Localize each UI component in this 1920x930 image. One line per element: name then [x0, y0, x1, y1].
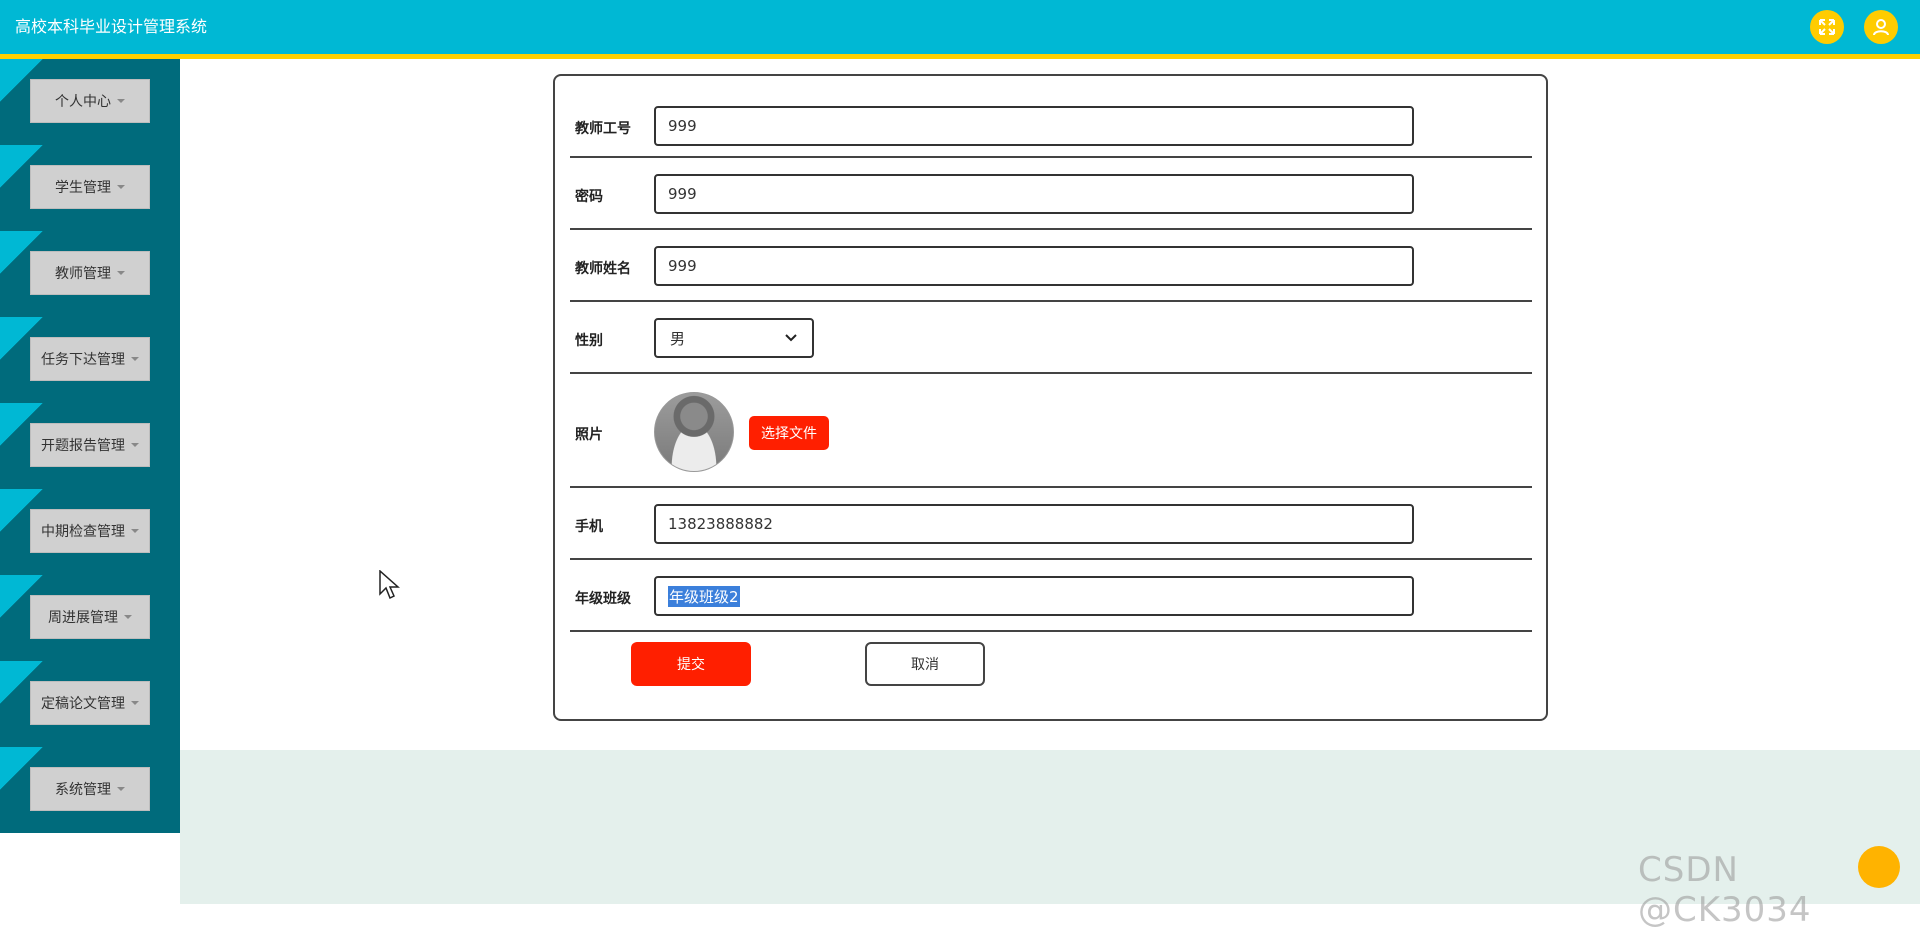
password-input[interactable]: 999 — [654, 174, 1414, 214]
sidebar-item-proposal-management: 开题报告管理 — [0, 403, 180, 489]
row-gender: 性别 男 — [570, 302, 1532, 374]
caret-down-icon — [131, 529, 139, 533]
selected-text: 年级班级2 — [668, 585, 740, 607]
caret-down-icon — [124, 615, 132, 619]
sidebar-item-student-management: 学生管理 — [0, 145, 180, 231]
sidebar-item-weekly-progress: 周进展管理 — [0, 575, 180, 661]
chevron-down-icon — [785, 334, 797, 342]
sidebar-button-teacher-management[interactable]: 教师管理 — [30, 251, 150, 295]
phone-input[interactable]: 13823888882 — [654, 504, 1414, 544]
choose-file-button[interactable]: 选择文件 — [749, 416, 829, 450]
fullscreen-icon[interactable] — [1810, 10, 1844, 44]
row-class: 年级班级 年级班级2 — [570, 560, 1532, 632]
sidebar-item-system-management: 系统管理 — [0, 747, 180, 833]
avatar — [654, 392, 734, 472]
cancel-button[interactable]: 取消 — [865, 642, 985, 686]
sidebar-button-system-management[interactable]: 系统管理 — [30, 767, 150, 811]
gender-label: 性别 — [575, 333, 603, 349]
caret-down-icon — [117, 185, 125, 189]
caret-down-icon — [117, 787, 125, 791]
sidebar-item-midterm-management: 中期检查管理 — [0, 489, 180, 575]
sidebar-button-proposal-management[interactable]: 开题报告管理 — [30, 423, 150, 467]
sidebar-button-weekly-progress[interactable]: 周进展管理 — [30, 595, 150, 639]
user-icon[interactable] — [1864, 10, 1898, 44]
app-title: 高校本科毕业设计管理系统 — [15, 17, 208, 36]
caret-down-icon — [131, 701, 139, 705]
caret-down-icon — [131, 443, 139, 447]
caret-down-icon — [131, 357, 139, 361]
sidebar-button-final-paper[interactable]: 定稿论文管理 — [30, 681, 150, 725]
gender-select[interactable]: 男 — [654, 318, 814, 358]
teacher-id-input[interactable]: 999 — [654, 106, 1414, 146]
caret-down-icon — [117, 99, 125, 103]
header-accent-line — [0, 54, 1920, 59]
watermark: CSDN @CK3034 — [1638, 850, 1812, 930]
teacher-form: 教师工号 999 密码 999 教师姓名 999 性别 男 照片 选择文件 手机 — [553, 74, 1548, 721]
sidebar-item-teacher-management: 教师管理 — [0, 231, 180, 317]
photo-label: 照片 — [575, 427, 603, 443]
class-label: 年级班级 — [575, 591, 631, 607]
row-phone: 手机 13823888882 — [570, 488, 1532, 560]
password-label: 密码 — [575, 189, 603, 205]
sidebar-button-student-management[interactable]: 学生管理 — [30, 165, 150, 209]
sidebar-button-midterm-management[interactable]: 中期检查管理 — [30, 509, 150, 553]
teacher-name-input[interactable]: 999 — [654, 246, 1414, 286]
row-photo: 照片 选择文件 — [570, 374, 1532, 488]
submit-button[interactable]: 提交 — [631, 642, 751, 686]
sidebar-button-task-management[interactable]: 任务下达管理 — [30, 337, 150, 381]
row-teacher-id: 教师工号 999 — [570, 76, 1532, 158]
sidebar-item-final-paper: 定稿论文管理 — [0, 661, 180, 747]
phone-label: 手机 — [575, 519, 603, 535]
sidebar-item-task-management: 任务下达管理 — [0, 317, 180, 403]
sidebar: 个人中心 学生管理 教师管理 任务下达管理 开题报告管理 中期检查管理 周进展管… — [0, 59, 180, 833]
row-password: 密码 999 — [570, 158, 1532, 230]
mouse-cursor-icon — [379, 570, 400, 600]
sidebar-item-personal-center: 个人中心 — [0, 59, 180, 145]
caret-down-icon — [117, 271, 125, 275]
class-input[interactable]: 年级班级2 — [654, 576, 1414, 616]
sidebar-button-personal-center[interactable]: 个人中心 — [30, 79, 150, 123]
teacher-name-label: 教师姓名 — [575, 261, 631, 277]
top-bar: 高校本科毕业设计管理系统 — [0, 0, 1920, 54]
row-teacher-name: 教师姓名 999 — [570, 230, 1532, 302]
teacher-id-label: 教师工号 — [575, 121, 631, 137]
